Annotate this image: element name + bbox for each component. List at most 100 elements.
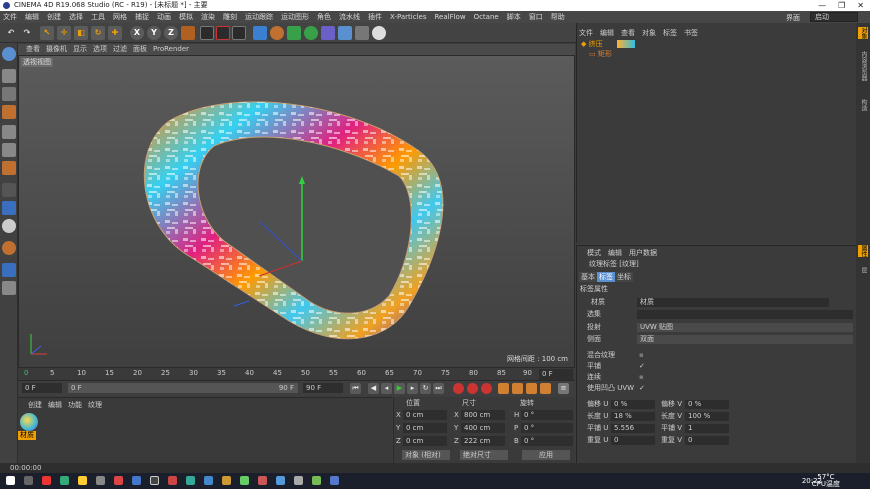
vp-menu-panel[interactable]: 面板	[133, 44, 147, 55]
folder-icon[interactable]	[78, 476, 87, 485]
rot-b-field[interactable]: 0 °	[521, 436, 573, 446]
obj-menu-file[interactable]: 文件	[579, 28, 593, 38]
enable-axis-icon[interactable]	[2, 183, 16, 197]
tree-item-extrude[interactable]: ◆ 挤压	[581, 40, 635, 49]
snap-icon[interactable]	[2, 219, 16, 233]
offset-v-field[interactable]: 0 %	[685, 400, 729, 409]
render-picture-viewer-icon[interactable]	[216, 26, 230, 40]
tweak-icon[interactable]	[2, 201, 16, 215]
menu-snap[interactable]: 捕捉	[135, 11, 149, 23]
offset-u-field[interactable]: 0 %	[611, 400, 655, 409]
live-select-icon[interactable]: ↖	[40, 26, 54, 40]
locked-workplane-icon[interactable]	[2, 241, 16, 255]
prev-key-icon[interactable]: ◀	[368, 383, 379, 394]
mat-menu-edit[interactable]: 编辑	[48, 400, 62, 410]
pen-spline-icon[interactable]	[270, 26, 284, 40]
menu-sculpt[interactable]: 雕刻	[223, 11, 237, 23]
light-icon[interactable]	[372, 26, 386, 40]
grid-icon[interactable]	[2, 281, 16, 295]
vp-menu-camera[interactable]: 摄像机	[46, 44, 67, 55]
menu-animate[interactable]: 动画	[157, 11, 171, 23]
edges-mode-icon[interactable]	[2, 143, 16, 157]
app-icon[interactable]	[258, 476, 267, 485]
vp-menu-options[interactable]: 选项	[93, 44, 107, 55]
tiles-u-field[interactable]: 5.556	[611, 424, 655, 433]
menu-pipeline[interactable]: 流水线	[339, 11, 360, 23]
use-bump-uvw-checkbox[interactable]: ✓	[639, 383, 645, 393]
record-icon[interactable]	[453, 383, 464, 394]
app-icon[interactable]	[330, 476, 339, 485]
menu-xparticles[interactable]: X-Particles	[390, 11, 426, 23]
mat-menu-function[interactable]: 功能	[68, 400, 82, 410]
subdivision-icon[interactable]	[287, 26, 301, 40]
planar-workplane-icon[interactable]	[2, 263, 16, 277]
obj-menu-objects[interactable]: 对象	[642, 28, 656, 38]
tab-objects[interactable]: 对象	[858, 27, 868, 39]
camera-icon[interactable]	[355, 26, 369, 40]
seamless-checkbox[interactable]: ▪	[639, 372, 644, 382]
axis-z-button[interactable]: Z	[164, 26, 178, 40]
mat-menu-texture[interactable]: 纹理	[88, 400, 102, 410]
render-settings-icon[interactable]	[232, 26, 246, 40]
menu-motion-tracking[interactable]: 运动跟踪	[245, 11, 273, 23]
make-editable-icon[interactable]	[2, 47, 16, 61]
app-icon[interactable]	[42, 476, 51, 485]
close-button[interactable]: ✕	[857, 0, 864, 11]
render-view-icon[interactable]	[200, 26, 214, 40]
vp-menu-view[interactable]: 查看	[26, 44, 40, 55]
tab-basic[interactable]: 基本	[579, 272, 597, 282]
app-icon[interactable]	[276, 476, 285, 485]
cinema4d-taskbar-icon[interactable]	[150, 476, 159, 485]
recent-tool-icon[interactable]: ✚	[108, 26, 122, 40]
coordinate-system-icon[interactable]	[181, 26, 195, 40]
next-key-icon[interactable]: ↻	[420, 383, 431, 394]
menu-help[interactable]: 帮助	[551, 11, 565, 23]
pos-y-field[interactable]: 0 cm	[403, 423, 447, 433]
pos-z-field[interactable]: 0 cm	[403, 436, 447, 446]
tree-item-rectangle[interactable]: ▭ 矩形	[589, 50, 612, 59]
vp-menu-display[interactable]: 显示	[73, 44, 87, 55]
model-mode-icon[interactable]	[2, 69, 16, 83]
tab-content-browser[interactable]: 内容浏览器	[858, 51, 868, 81]
tile-checkbox[interactable]: ✓	[639, 361, 645, 371]
menu-select[interactable]: 选择	[69, 11, 83, 23]
size-y-field[interactable]: 400 cm	[461, 423, 505, 433]
timeline-ruler[interactable]: 0 5 10 15 20 25 30 35 40 45 50 55 60 65 …	[18, 368, 575, 381]
projection-dropdown[interactable]: UVW 贴图	[637, 323, 853, 332]
obj-menu-tags[interactable]: 标签	[663, 28, 677, 38]
texture-mode-icon[interactable]	[2, 87, 16, 101]
maximize-button[interactable]: ❐	[838, 0, 845, 11]
undo-icon[interactable]: ↶	[4, 26, 18, 40]
end-frame-field[interactable]: 90 F	[303, 383, 343, 393]
search-icon[interactable]	[24, 476, 33, 485]
tab-structure[interactable]: 构造	[858, 99, 868, 111]
apply-button[interactable]: 应用	[522, 450, 570, 460]
workplane-icon[interactable]	[2, 105, 16, 119]
obj-menu-bookmarks[interactable]: 书签	[684, 28, 698, 38]
app-icon[interactable]	[96, 476, 105, 485]
minimize-button[interactable]: —	[818, 0, 826, 11]
menu-mesh[interactable]: 网格	[113, 11, 127, 23]
layout-dropdown[interactable]: 启动	[810, 12, 858, 22]
obj-menu-edit[interactable]: 编辑	[600, 28, 614, 38]
menu-window[interactable]: 窗口	[529, 11, 543, 23]
length-u-field[interactable]: 18 %	[611, 412, 655, 421]
mix-textures-checkbox[interactable]: ▪	[639, 350, 644, 360]
app-icon[interactable]	[114, 476, 123, 485]
keyframe-selection-icon[interactable]	[481, 383, 492, 394]
menu-character[interactable]: 角色	[317, 11, 331, 23]
vp-menu-filter[interactable]: 过滤	[113, 44, 127, 55]
start-frame-field[interactable]: 0 F	[22, 383, 62, 393]
app-icon[interactable]	[186, 476, 195, 485]
tab-coords[interactable]: 坐标	[615, 272, 633, 282]
size-z-field[interactable]: 222 cm	[461, 436, 505, 446]
menu-edit[interactable]: 编辑	[25, 11, 39, 23]
rotation-key-icon[interactable]	[526, 383, 537, 394]
app-icon[interactable]	[204, 476, 213, 485]
rot-h-field[interactable]: 0 °	[521, 410, 573, 420]
goto-end-icon[interactable]: ⏭	[433, 383, 444, 394]
scale-tool-icon[interactable]: ◧	[74, 26, 88, 40]
tab-attributes[interactable]: 属性	[858, 245, 868, 257]
menu-simulate[interactable]: 模拟	[179, 11, 193, 23]
size-mode-dropdown[interactable]: 绝对尺寸	[460, 450, 508, 460]
